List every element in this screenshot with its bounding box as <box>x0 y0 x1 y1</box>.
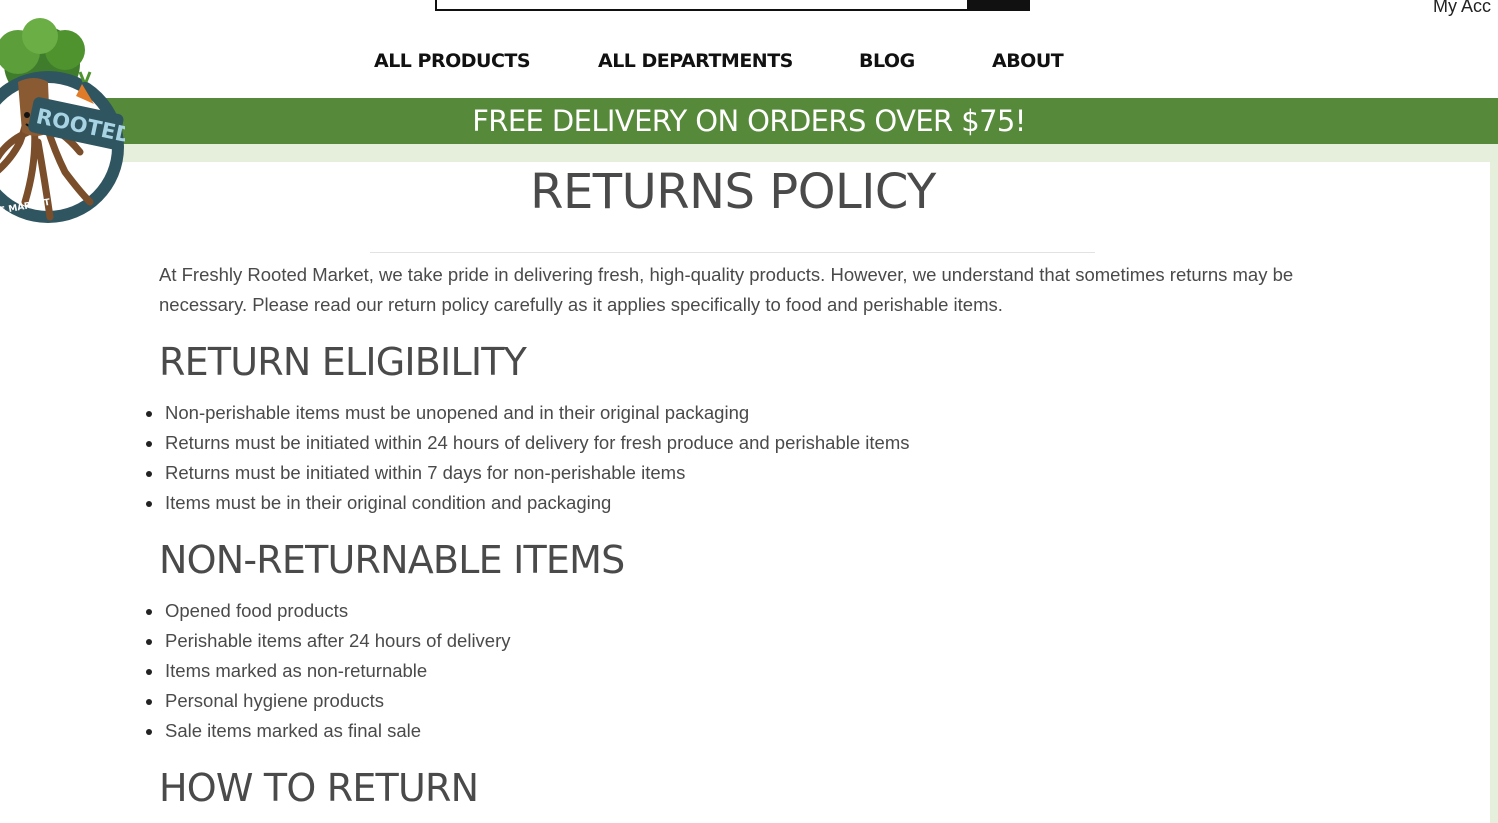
nav-all-products[interactable]: ALL PRODUCTS <box>374 50 531 72</box>
site-logo[interactable]: ROOTED NE MARKET <box>0 12 125 232</box>
logo-foliage-top <box>22 18 58 54</box>
nav-blog[interactable]: BLOG <box>859 50 915 72</box>
page: My Acc ROOTED NE MARKET ALL PRODUCTS ALL… <box>0 0 1498 823</box>
search-input[interactable] <box>435 0 969 11</box>
list-item: Items must be in their original conditio… <box>146 488 910 518</box>
list-item: Returns must be initiated within 7 days … <box>146 458 910 488</box>
list-item: Personal hygiene products <box>146 686 511 716</box>
list-item: Items marked as non-returnable <box>146 656 511 686</box>
title-divider <box>370 252 1095 253</box>
nav-all-departments[interactable]: ALL DEPARTMENTS <box>598 50 793 72</box>
section-heading-how-to-return: HOW TO RETURN <box>159 766 479 810</box>
logo-eye-left <box>24 112 30 118</box>
return-eligibility-list: Non-perishable items must be unopened an… <box>146 398 910 518</box>
list-item: Returns must be initiated within 24 hour… <box>146 428 910 458</box>
main-nav: ALL PRODUCTS ALL DEPARTMENTS BLOG ABOUT <box>0 50 1498 78</box>
my-account-link[interactable]: My Acc <box>1433 0 1491 17</box>
section-heading-non-returnable: NON-RETURNABLE ITEMS <box>159 538 625 582</box>
promo-banner: FREE DELIVERY ON ORDERS OVER $75! <box>0 98 1498 144</box>
banner-strip <box>0 144 1498 162</box>
list-item: Non-perishable items must be unopened an… <box>146 398 910 428</box>
intro-paragraph: At Freshly Rooted Market, we take pride … <box>159 264 1294 315</box>
list-item: Sale items marked as final sale <box>146 716 511 746</box>
list-item: Opened food products <box>146 596 511 626</box>
non-returnable-list: Opened food products Perishable items af… <box>146 596 511 746</box>
nav-about[interactable]: ABOUT <box>992 50 1064 72</box>
page-title: RETURNS POLICY <box>530 164 936 220</box>
list-item: Perishable items after 24 hours of deliv… <box>146 626 511 656</box>
promo-banner-text: FREE DELIVERY ON ORDERS OVER $75! <box>472 104 1026 138</box>
search-button[interactable] <box>969 0 1030 11</box>
search-bar <box>435 0 1030 11</box>
section-heading-return-eligibility: RETURN ELIGIBILITY <box>159 340 527 384</box>
